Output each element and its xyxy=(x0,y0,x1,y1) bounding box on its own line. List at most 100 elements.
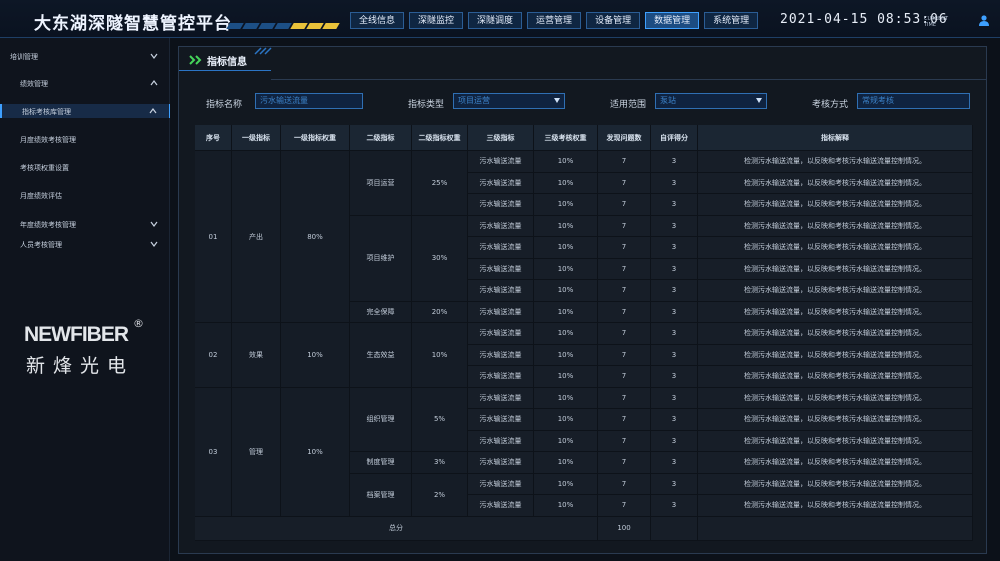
sidebar-item-2[interactable]: 指标考核库管理 xyxy=(0,104,170,118)
level1-weight-cell: 10% xyxy=(281,387,350,517)
clock-date: 2021-04-15 xyxy=(780,12,869,27)
nav-tab-1[interactable]: 深隧监控 xyxy=(409,12,464,29)
description-cell: 检测污水输送流量，以反映和考核污水输送流量控制情况。 xyxy=(698,323,973,345)
level2-name-cell: 档案管理 xyxy=(350,473,412,517)
assessment-method-input[interactable]: 常规考核 xyxy=(857,93,970,109)
description-cell: 检测污水输送流量，以反映和考核污水输送流量控制情况。 xyxy=(698,215,973,237)
level3-name-cell: 污水输送流量 xyxy=(468,430,534,452)
panel-title: 指标信息 xyxy=(207,57,247,68)
sidebar-item-0[interactable]: 培训管理 xyxy=(0,49,170,63)
self-score-cell: 3 xyxy=(651,194,698,216)
self-score-cell: 3 xyxy=(651,473,698,495)
app-title: 大东湖深隧智慧管控平台 xyxy=(34,14,232,34)
total-value-cell: 100 xyxy=(598,516,651,541)
level3-weight-cell: 10% xyxy=(534,258,598,280)
issues-count-cell: 7 xyxy=(598,344,651,366)
self-score-cell: 3 xyxy=(651,344,698,366)
sidebar-item-label: 培训管理 xyxy=(10,53,38,61)
self-score-cell: 3 xyxy=(651,172,698,194)
issues-count-cell: 7 xyxy=(598,495,651,517)
level3-name-cell: 污水输送流量 xyxy=(468,215,534,237)
level2-weight-cell: 2% xyxy=(412,473,468,517)
sidebar-item-label: 考核项权重设置 xyxy=(20,164,69,172)
issues-count-cell: 7 xyxy=(598,237,651,259)
sidebar-item-5[interactable]: 月度绩效评估 xyxy=(0,188,170,202)
user-icon[interactable] xyxy=(978,14,990,26)
issues-count-cell: 7 xyxy=(598,452,651,474)
level3-weight-cell: 10% xyxy=(534,344,598,366)
issues-count-cell: 7 xyxy=(598,280,651,302)
self-score-cell: 3 xyxy=(651,301,698,323)
table-header-cell: 指标解释 xyxy=(698,125,973,151)
issues-count-cell: 7 xyxy=(598,151,651,173)
top-header: 大东湖深隧智慧管控平台 全线信息 深隧监控 深隧调度 运营管理 设备管理 数据管理 系统管理… xyxy=(0,0,1000,38)
description-cell: 检测污水输送流量，以反映和考核污水输送流量控制情况。 xyxy=(698,194,973,216)
nav-tab-0[interactable]: 全线信息 xyxy=(350,12,405,29)
table-header-cell: 三级指标 xyxy=(468,125,534,151)
sidebar-item-label: 月度绩效考核管理 xyxy=(20,136,76,144)
nav-tab-2[interactable]: 深隧调度 xyxy=(468,12,523,29)
issues-count-cell: 7 xyxy=(598,366,651,388)
sidebar-item-6[interactable]: 年度绩效考核管理 xyxy=(0,217,170,231)
nav-tab-5[interactable]: 数据管理 xyxy=(645,12,700,29)
description-cell: 检测污水输送流量，以反映和考核污水输送流量控制情况。 xyxy=(698,344,973,366)
sidebar-item-7[interactable]: 人员考核管理 xyxy=(0,237,170,251)
level3-name-cell: 污水输送流量 xyxy=(468,366,534,388)
issues-count-cell: 7 xyxy=(598,194,651,216)
sidebar-item-4[interactable]: 考核项权重设置 xyxy=(0,160,170,174)
sidebar-item-1[interactable]: 绩效管理 xyxy=(0,76,170,90)
level3-name-cell: 污水输送流量 xyxy=(468,258,534,280)
issues-count-cell: 7 xyxy=(598,473,651,495)
caret-down-icon xyxy=(554,98,560,103)
table-header-cell: 发现问题数 xyxy=(598,125,651,151)
level3-weight-cell: 10% xyxy=(534,237,598,259)
nav-tab-6[interactable]: 系统管理 xyxy=(704,12,759,29)
level1-weight-cell: 10% xyxy=(281,323,350,388)
clock-caption-2: TIME xyxy=(924,22,937,28)
sidebar-item-label: 人员考核管理 xyxy=(20,241,62,249)
indicator-table: 序号 一级指标 一级指标权重 二级指标 二级指标权重 三级指标 三级考核权重 发现问题数 自评得… xyxy=(195,125,973,541)
indicator-type-select[interactable]: 项目运营 xyxy=(453,93,565,109)
sidebar-item-3[interactable]: 月度绩效考核管理 xyxy=(0,132,170,146)
indicator-type-value: 项目运营 xyxy=(458,96,490,105)
filter-label-name: 指标名称 xyxy=(206,100,243,110)
level2-name-cell: 制度管理 xyxy=(350,452,412,474)
level2-weight-cell: 3% xyxy=(412,452,468,474)
description-cell: 检测污水输送流量，以反映和考核污水输送流量控制情况。 xyxy=(698,237,973,259)
description-cell: 检测污水输送流量，以反映和考核污水输送流量控制情况。 xyxy=(698,280,973,302)
level2-weight-cell: 5% xyxy=(412,387,468,452)
chevron-up-icon xyxy=(149,108,157,114)
self-score-cell: 3 xyxy=(651,387,698,409)
self-score-cell: 3 xyxy=(651,151,698,173)
double-chevron-right-icon xyxy=(189,55,202,65)
caret-down-icon xyxy=(756,98,762,103)
level1-no-cell: 01 xyxy=(195,151,232,323)
level3-name-cell: 污水输送流量 xyxy=(468,452,534,474)
scope-select[interactable]: 泵站 xyxy=(655,93,767,109)
table-header-cell: 一级指标权重 xyxy=(281,125,350,151)
self-score-cell: 3 xyxy=(651,430,698,452)
nav-tab-3[interactable]: 运营管理 xyxy=(527,12,582,29)
logo-registered-mark: ® xyxy=(133,317,144,330)
level3-weight-cell: 10% xyxy=(534,323,598,345)
scope-value: 泵站 xyxy=(660,96,676,105)
level3-weight-cell: 10% xyxy=(534,215,598,237)
self-score-cell: 3 xyxy=(651,452,698,474)
sidebar: NEWFIBER ® 新烽光电 培训管理 绩效管理 指标考核库管理 月度绩效考核管理考… xyxy=(0,38,170,561)
chevron-down-icon xyxy=(150,53,158,59)
indicator-name-input[interactable]: 污水输送流量 xyxy=(255,93,363,109)
nav-tab-4[interactable]: 设备管理 xyxy=(586,12,641,29)
issues-count-cell: 7 xyxy=(598,323,651,345)
level3-weight-cell: 10% xyxy=(534,280,598,302)
filter-label-type: 指标类型 xyxy=(408,100,445,110)
description-cell: 检测污水输送流量，以反映和考核污水输送流量控制情况。 xyxy=(698,452,973,474)
filter-label-scope: 适用范围 xyxy=(610,100,647,110)
level3-weight-cell: 10% xyxy=(534,473,598,495)
header-decoration xyxy=(226,14,346,29)
sidebar-item-label: 年度绩效考核管理 xyxy=(20,221,76,229)
app-root: 大东湖深隧智慧管控平台 全线信息 深隧监控 深隧调度 运营管理 设备管理 数据管理 系统管理… xyxy=(0,0,1000,561)
filter-bar: 指标名称 污水输送流量 指标类型 项目运营 适用范围 泵站 考核方式 常规考核 xyxy=(179,91,988,111)
tab-corner-decoration xyxy=(254,47,272,55)
level2-name-cell: 生态效益 xyxy=(350,323,412,388)
level3-weight-cell: 10% xyxy=(534,409,598,431)
